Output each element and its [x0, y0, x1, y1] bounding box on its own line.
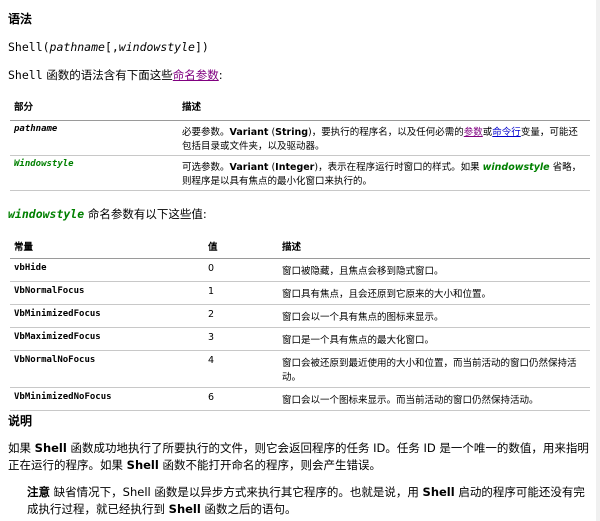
intro-colon: : [218, 68, 223, 82]
table-row: VbMinimizedFocus 2 窗口会以一个具有焦点的图标来显示。 [10, 304, 590, 328]
named-args-link[interactable]: 命名参数 [173, 68, 219, 82]
const-value: 2 [204, 304, 278, 328]
table-row: VbNormalNoFocus 4 窗口会被还原到最近使用的大小和位置，而当前活… [10, 350, 590, 388]
const-desc: 窗口会以一个图标来显示。而当前活动的窗口仍然保持活动。 [278, 387, 590, 411]
const-name: VbMinimizedNoFocus [10, 387, 204, 411]
syntax-intro: Shell 函数的语法含有下面这些命名参数: [8, 67, 223, 83]
const-desc: 窗口具有焦点，且会还原到它原来的大小和位置。 [278, 281, 590, 305]
values-intro: windowstyle 命名参数有以下这些值: [8, 206, 207, 222]
const-value: 0 [204, 258, 278, 282]
consts-header-constant: 常量 [10, 234, 204, 259]
constants-table: 常量 值 描述 vbHide 0 窗口被隐藏，且焦点会移到隐式窗口。 VbNor… [10, 234, 590, 411]
const-name: vbHide [10, 258, 204, 282]
note-label: 注意 [27, 485, 50, 499]
const-value: 6 [204, 387, 278, 411]
note-paragraph: 注意 缺省情况下，Shell 函数是以异步方式来执行其它程序的。也就是说，用 S… [27, 485, 585, 516]
intro-fn: Shell [8, 68, 43, 82]
syntax-arg-windowstyle: windowstyle [118, 40, 195, 54]
syntax-arg-pathname: pathname [49, 40, 105, 54]
table-row: pathname 必要参数。Variant (String)，要执行的程序名，以… [10, 120, 590, 156]
remarks-heading: 说明 [8, 414, 33, 428]
const-value: 3 [204, 327, 278, 351]
table-row: vbHide 0 窗口被隐藏，且焦点会移到隐式窗口。 [10, 258, 590, 282]
params-header-part: 部分 [10, 96, 178, 121]
param-name: pathname [10, 120, 178, 156]
table-row: Windowstyle 可选参数。Variant (Integer)，表示在程序… [10, 155, 590, 191]
scrollbar[interactable] [596, 0, 600, 521]
const-desc: 窗口被隐藏，且焦点会移到隐式窗口。 [278, 258, 590, 282]
const-name: VbNormalNoFocus [10, 350, 204, 388]
param-name: Windowstyle [10, 155, 178, 191]
intro-text: 函数的语法含有下面这些 [46, 68, 173, 82]
consts-header-desc: 描述 [278, 234, 590, 259]
table-row: VbNormalFocus 1 窗口具有焦点，且会还原到它原来的大小和位置。 [10, 281, 590, 305]
arguments-link[interactable]: 参数 [464, 127, 483, 138]
params-table: 部分 描述 pathname 必要参数。Variant (String)，要执行… [10, 96, 590, 191]
remarks-paragraph: 如果 Shell 函数成功地执行了所要执行的文件，则它会返回程序的任务 ID。任… [8, 441, 589, 472]
const-value: 4 [204, 350, 278, 388]
const-desc: 窗口会被还原到最近使用的大小和位置，而当前活动的窗口仍然保持活动。 [278, 350, 590, 388]
consts-header-value: 值 [204, 234, 278, 259]
syntax-fn: Shell( [8, 40, 50, 54]
const-desc: 窗口会以一个具有焦点的图标来显示。 [278, 304, 590, 328]
syntax-line: Shell(pathname[,windowstyle]) [8, 40, 209, 54]
values-intro-name: windowstyle [8, 207, 85, 221]
table-row: VbMinimizedNoFocus 6 窗口会以一个图标来显示。而当前活动的窗… [10, 387, 590, 411]
syntax-end: ]) [194, 40, 209, 54]
params-header-desc: 描述 [178, 96, 590, 121]
command-line-link[interactable]: 命令行 [492, 127, 521, 138]
syntax-heading: 语法 [8, 12, 33, 26]
const-name: VbMinimizedFocus [10, 304, 204, 328]
param-desc: 必要参数。Variant (String)，要执行的程序名，以及任何必需的参数或… [178, 120, 590, 156]
const-value: 1 [204, 281, 278, 305]
param-desc: 可选参数。Variant (Integer)，表示在程序运行时窗口的样式。如果 … [178, 155, 590, 191]
const-name: VbMaximizedFocus [10, 327, 204, 351]
const-name: VbNormalFocus [10, 281, 204, 305]
syntax-mid: [, [104, 40, 119, 54]
const-desc: 窗口是一个具有焦点的最大化窗口。 [278, 327, 590, 351]
values-intro-text: 命名参数有以下这些值: [84, 207, 207, 221]
table-row: VbMaximizedFocus 3 窗口是一个具有焦点的最大化窗口。 [10, 327, 590, 351]
